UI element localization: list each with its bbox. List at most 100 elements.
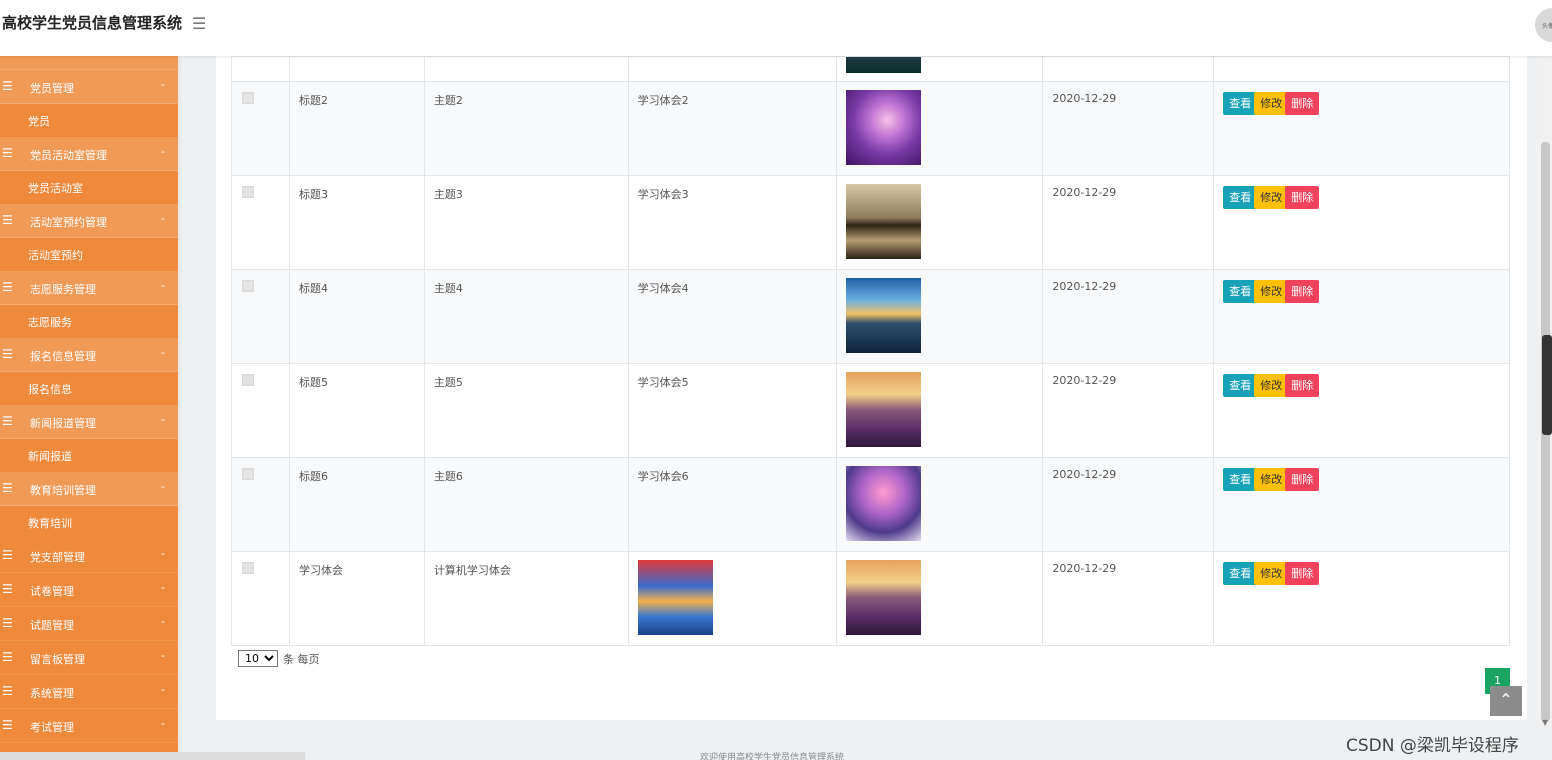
sidebar-group[interactable]: ☰ 试卷管理 - — [0, 573, 178, 607]
theme-cell: 计算机学习体会 — [423, 551, 629, 646]
row-checkbox[interactable] — [242, 92, 254, 104]
date-text: 2020-12-29 — [1052, 562, 1117, 575]
scroll-down-arrow-icon[interactable]: ▼ — [1542, 718, 1548, 727]
edit-button[interactable]: 修改 — [1254, 374, 1289, 397]
edit-button[interactable]: 修改 — [1254, 562, 1289, 585]
sidebar-subitem-label: 报名信息 — [28, 382, 72, 396]
sidebar-subitem[interactable]: 党员活动室 — [0, 171, 178, 204]
avatar[interactable]: 头像 — [1535, 8, 1552, 42]
cover-cell — [835, 269, 1044, 364]
sidebar-group-label: 党员活动室管理 — [30, 149, 107, 162]
page-size-select[interactable]: 10 — [238, 650, 278, 667]
checkbox-cell — [231, 269, 290, 364]
sidebar-group[interactable]: ☰ 报名信息管理 - — [0, 338, 178, 372]
cell-empty — [1213, 56, 1510, 82]
sidebar-subitem-label: 党员活动室 — [28, 181, 83, 195]
delete-button[interactable]: 删除 — [1285, 562, 1320, 585]
delete-button[interactable]: 删除 — [1285, 280, 1320, 303]
collapse-icon: - — [161, 346, 165, 359]
top-bar: 高校学生党员信息管理系统 ☰ 头像 — [0, 0, 1552, 56]
title-cell: 学习体会 — [288, 551, 425, 646]
list-icon: ☰ — [2, 718, 13, 732]
list-icon: ☰ — [2, 481, 13, 495]
collapse-icon: - — [161, 649, 165, 662]
sidebar-group[interactable]: ☰ 活动室预约管理 - — [0, 204, 178, 238]
sidebar-group[interactable]: ☰ 考试管理 - — [0, 709, 178, 743]
sidebar-group[interactable]: ☰ 党员管理 - — [0, 70, 178, 104]
list-icon: ☰ — [2, 582, 13, 596]
row-checkbox[interactable] — [242, 374, 254, 386]
edit-button[interactable]: 修改 — [1254, 186, 1289, 209]
edit-button[interactable]: 修改 — [1254, 280, 1289, 303]
view-button[interactable]: 查看 — [1223, 562, 1258, 585]
actions-cell: 查看 修改 删除 — [1213, 175, 1510, 270]
delete-button[interactable]: 删除 — [1285, 92, 1320, 115]
view-button[interactable]: 查看 — [1223, 468, 1258, 491]
delete-button[interactable]: 删除 — [1285, 186, 1320, 209]
content-image — [637, 560, 713, 635]
theme-cell: 主题6 — [423, 457, 629, 552]
sidebar-group[interactable]: ☰ 试题管理 - — [0, 607, 178, 641]
date-text: 2020-12-29 — [1052, 468, 1117, 481]
title-cell: 标题4 — [288, 269, 425, 364]
sidebar-subitem[interactable]: 志愿服务 — [0, 305, 178, 338]
back-to-top-button[interactable]: ⌃ — [1490, 686, 1522, 716]
date-text: 2020-12-29 — [1052, 280, 1117, 293]
sidebar-group-label: 党支部管理 — [30, 551, 85, 564]
scrollbar-handle[interactable] — [1542, 335, 1552, 435]
row-checkbox[interactable] — [242, 468, 254, 480]
cover-cell — [835, 56, 1044, 82]
collapse-icon: - — [161, 413, 165, 426]
content-cell: 学习体会5 — [627, 363, 837, 458]
row-checkbox[interactable] — [242, 186, 254, 198]
view-button[interactable]: 查看 — [1223, 186, 1258, 209]
delete-button[interactable]: 删除 — [1285, 374, 1320, 397]
sidebar-subitem[interactable]: 党员 — [0, 104, 178, 137]
sidebar-group-label: 报名信息管理 — [30, 350, 96, 363]
sidebar-group[interactable]: ☰ 新闻报道管理 - — [0, 405, 178, 439]
content-text: 学习体会6 — [637, 470, 689, 483]
table-row-partial — [231, 56, 1510, 82]
table-row: 标题6 主题6 学习体会6 2020-12-29 查看 修改 删除 — [231, 457, 1510, 552]
collapse-icon: - — [161, 581, 165, 594]
sidebar: ☰ 党员管理 - 党员 ☰ 党员活动室管理 - 党员活动室 ☰ 活动室预约管理 - 活动室预约 ☰ 志愿服… — [0, 56, 178, 760]
sidebar-group[interactable]: ☰ 党员活动室管理 - — [0, 137, 178, 171]
date-cell: 2020-12-29 — [1042, 269, 1215, 364]
title-text: 标题4 — [298, 282, 328, 295]
cover-image-partial — [845, 57, 921, 73]
edit-button[interactable]: 修改 — [1254, 468, 1289, 491]
delete-button[interactable]: 删除 — [1285, 468, 1320, 491]
cell-empty — [1042, 56, 1215, 82]
sidebar-subitem[interactable]: 活动室预约 — [0, 238, 178, 271]
sidebar-menu: ☰ 党员管理 - 党员 ☰ 党员活动室管理 - 党员活动室 ☰ 活动室预约管理 - 活动室预约 ☰ 志愿服… — [0, 70, 178, 760]
sidebar-subitem[interactable]: 教育培训 — [0, 506, 178, 539]
row-checkbox[interactable] — [242, 562, 254, 574]
sidebar-subitem[interactable]: 报名信息 — [0, 372, 178, 405]
collapse-icon: - — [161, 212, 165, 225]
cell-empty — [627, 56, 837, 82]
view-button[interactable]: 查看 — [1223, 374, 1258, 397]
sidebar-subitem[interactable]: 新闻报道 — [0, 439, 178, 472]
row-checkbox[interactable] — [242, 280, 254, 292]
list-icon: ☰ — [2, 548, 13, 562]
content-text: 学习体会4 — [637, 282, 689, 295]
title-text: 标题2 — [298, 94, 328, 107]
list-icon: ☰ — [2, 616, 13, 630]
sidebar-group[interactable]: ☰ 党支部管理 - — [0, 539, 178, 573]
sidebar-group[interactable]: ☰ 系统管理 - — [0, 675, 178, 709]
cover-cell — [835, 363, 1044, 458]
edit-button[interactable]: 修改 — [1254, 92, 1289, 115]
sidebar-group[interactable]: ☰ 志愿服务管理 - — [0, 271, 178, 305]
view-button[interactable]: 查看 — [1223, 92, 1258, 115]
view-button[interactable]: 查看 — [1223, 280, 1258, 303]
theme-cell: 主题3 — [423, 175, 629, 270]
hamburger-icon[interactable]: ☰ — [192, 14, 206, 33]
content-cell — [627, 551, 837, 646]
sidebar-group[interactable]: ☰ 留言板管理 - — [0, 641, 178, 675]
list-icon: ☰ — [2, 213, 13, 227]
sidebar-group-label: 志愿服务管理 — [30, 283, 96, 296]
collapse-icon: - — [161, 547, 165, 560]
sidebar-group[interactable]: ☰ 教育培训管理 - — [0, 472, 178, 506]
cover-image — [845, 90, 921, 165]
content-text: 学习体会5 — [637, 376, 689, 389]
